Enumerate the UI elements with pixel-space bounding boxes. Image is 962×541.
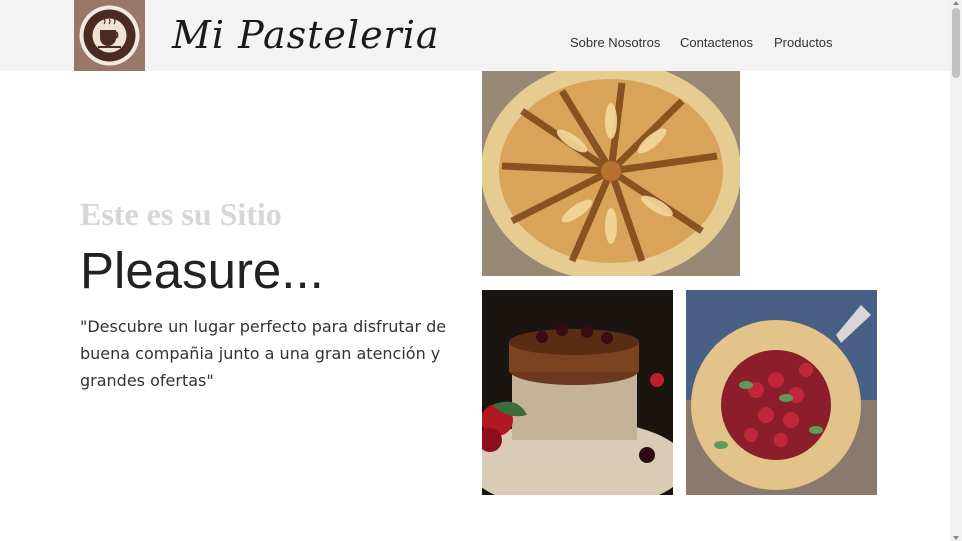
chocolate-cake-photo — [482, 290, 673, 495]
hero-title: Pleasure... — [80, 242, 324, 299]
nav-link-sobre-nosotros[interactable]: Sobre Nosotros — [570, 35, 660, 50]
brand-title[interactable]: Mi Pasteleria — [172, 10, 440, 60]
hero-subtitle: Este es su Sitio — [80, 196, 282, 232]
nav-link-contactenos[interactable]: Contactenos — [680, 35, 753, 50]
cherry-galette-photo — [686, 290, 877, 495]
scroll-down-arrow-icon[interactable] — [953, 536, 959, 540]
site-header: Mi Pasteleria Sobre Nosotros Contactenos… — [0, 0, 950, 71]
scroll-thumb[interactable] — [952, 8, 960, 78]
nav-link-productos[interactable]: Productos — [774, 35, 833, 50]
coffee-cup-badge-logo — [74, 0, 145, 71]
apple-galette-photo — [482, 71, 740, 276]
scroll-up-arrow-icon[interactable] — [953, 1, 959, 5]
logo[interactable] — [74, 0, 145, 71]
hero-quote: "Descubre un lugar perfecto para disfrut… — [80, 317, 447, 390]
page-scrollbar[interactable] — [950, 0, 962, 541]
